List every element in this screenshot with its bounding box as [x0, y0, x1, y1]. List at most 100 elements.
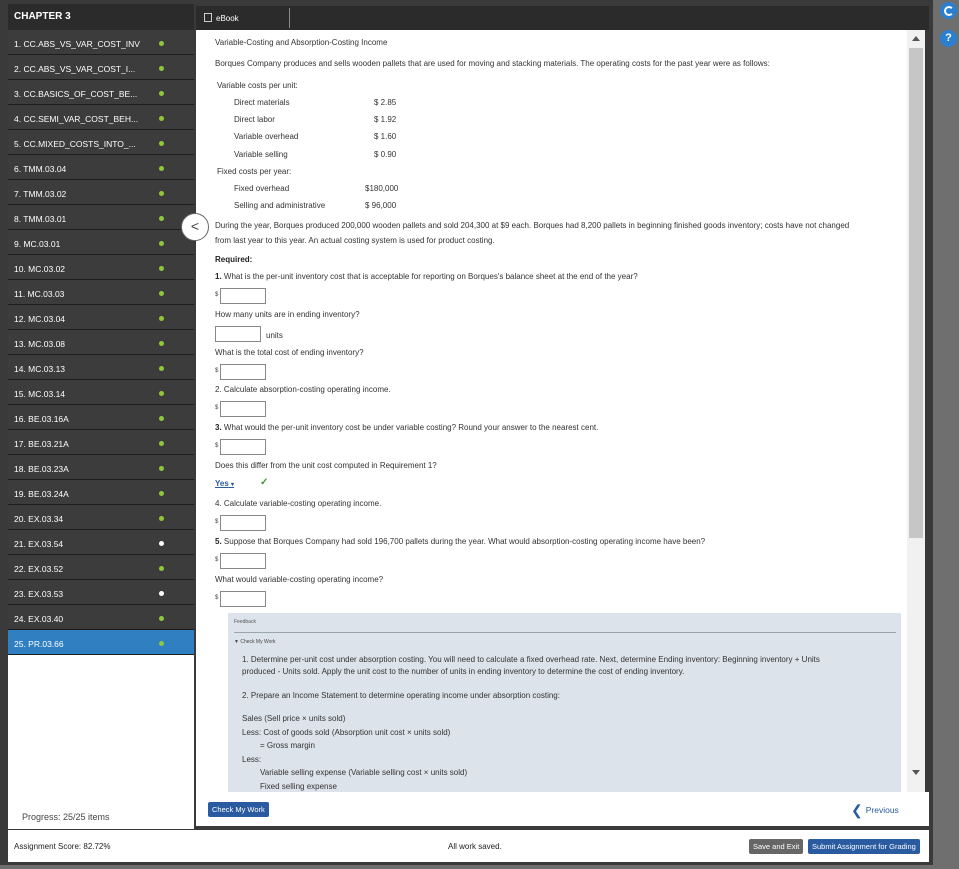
question-3b: Does this differ from the unit cost comp…: [215, 461, 437, 470]
cost-label: Fixed overhead: [234, 184, 290, 193]
cost-value: $180,000: [365, 184, 399, 193]
unit-cost-input[interactable]: [220, 288, 266, 304]
sidebar-item-label: 8. TMM.03.01: [14, 214, 67, 224]
ending-units-input[interactable]: [215, 326, 261, 342]
footer-bar: Assignment Score: 82.72% All work saved.…: [8, 830, 929, 862]
question-4: 4. Calculate variable-costing operating …: [215, 499, 382, 508]
status-dot-icon: [159, 216, 164, 221]
sidebar-item[interactable]: 3. CC.BASICS_OF_COST_BE...: [8, 80, 194, 105]
status-dot-icon: [159, 91, 164, 96]
dollar-sign: $: [215, 443, 219, 449]
status-dot-icon: [159, 591, 164, 596]
sidebar-item[interactable]: 11. MC.03.03: [8, 280, 194, 305]
question-number: 3.: [215, 423, 222, 432]
sidebar-item[interactable]: 19. BE.03.24A: [8, 480, 194, 505]
ebook-tab[interactable]: eBook: [198, 8, 290, 28]
problem-paragraph: from last year to this year. An actual c…: [215, 236, 495, 245]
feedback-text: Sales (Sell price × units sold): [242, 714, 346, 723]
sidebar-item-label: 6. TMM.03.04: [14, 164, 67, 174]
revised-variable-income-input[interactable]: [220, 591, 266, 607]
sidebar-item[interactable]: 2. CC.ABS_VS_VAR_COST_I...: [8, 55, 194, 80]
top-toolbar: eBook: [196, 6, 929, 30]
dollar-sign: $: [215, 405, 219, 411]
question-number: 5.: [215, 537, 222, 546]
cost-value: $ 0.90: [374, 150, 397, 159]
sidebar-item-label: 15. MC.03.14: [14, 389, 66, 399]
feedback-text: = Gross margin: [260, 741, 315, 750]
sidebar-item-label: 4. CC.SEMI_VAR_COST_BEH...: [14, 114, 139, 124]
scroll-down-arrow-icon[interactable]: [912, 770, 920, 775]
sidebar-item-label: 21. EX.03.54: [14, 539, 64, 549]
sidebar-item[interactable]: 10. MC.03.02: [8, 255, 194, 280]
submit-assignment-button[interactable]: Submit Assignment for Grading: [808, 839, 920, 854]
sidebar-item-label: 14. MC.03.13: [14, 364, 66, 374]
save-and-exit-button[interactable]: Save and Exit: [749, 839, 804, 854]
variable-costs-header: Variable costs per unit:: [217, 81, 298, 90]
problem-content: Variable-Costing and Absorption-Costing …: [196, 30, 907, 792]
scrollbar-thumb[interactable]: [909, 48, 923, 538]
sidebar-item[interactable]: 15. MC.03.14: [8, 380, 194, 405]
sidebar-item[interactable]: 17. BE.03.21A: [8, 430, 194, 455]
assignment-score: Assignment Score: 82.72%: [14, 842, 111, 851]
sidebar-item[interactable]: 8. TMM.03.01: [8, 205, 194, 230]
sidebar-item-label: 9. MC.03.01: [14, 239, 61, 249]
variable-income-input[interactable]: [220, 515, 266, 531]
content-scrollbar[interactable]: [907, 30, 925, 792]
problem-paragraph: During the year, Borques produced 200,00…: [215, 221, 850, 230]
variable-unit-cost-input[interactable]: [220, 439, 266, 455]
save-status: All work saved.: [448, 842, 502, 851]
sidebar-item-label: 16. BE.03.16A: [14, 414, 69, 424]
status-dot-icon: [159, 541, 164, 546]
sidebar-item[interactable]: 7. TMM.03.02: [8, 180, 194, 205]
sidebar-item-label: 13. MC.03.08: [14, 339, 66, 349]
scroll-up-arrow-icon[interactable]: [912, 36, 920, 41]
sidebar-item[interactable]: 1. CC.ABS_VS_VAR_COST_INV: [8, 30, 194, 55]
absorption-income-input[interactable]: [220, 401, 266, 417]
sidebar-item-label: 22. EX.03.52: [14, 564, 64, 574]
revised-absorption-income-input[interactable]: [220, 553, 266, 569]
help-icon[interactable]: ?: [940, 30, 957, 47]
sidebar-item[interactable]: 24. EX.03.40: [8, 605, 194, 630]
ending-inventory-cost-input[interactable]: [220, 364, 266, 380]
check-my-work-toggle[interactable]: ▼ Check My Work: [234, 639, 276, 645]
sidebar-item[interactable]: 21. EX.03.54: [8, 530, 194, 555]
sidebar-item-label: 24. EX.03.40: [14, 614, 64, 624]
sidebar-item[interactable]: 20. EX.03.34: [8, 505, 194, 530]
refresh-icon[interactable]: [940, 2, 957, 19]
sidebar-item[interactable]: 4. CC.SEMI_VAR_COST_BEH...: [8, 105, 194, 130]
question-1c: What is the total cost of ending invento…: [215, 348, 364, 357]
status-dot-icon: [159, 341, 164, 346]
sidebar-item[interactable]: 14. MC.03.13: [8, 355, 194, 380]
question-text: What is the per-unit inventory cost that…: [223, 272, 638, 281]
previous-button[interactable]: ❮ Previous: [851, 802, 899, 819]
status-dot-icon: [159, 366, 164, 371]
feedback-text: 2. Prepare an Income Statement to determ…: [242, 691, 560, 700]
sidebar-item-label: 11. MC.03.03: [14, 289, 65, 299]
question-5: 5. Suppose that Borques Company had sold…: [215, 537, 705, 546]
sidebar-item[interactable]: 22. EX.03.52: [8, 555, 194, 580]
status-dot-icon: [159, 616, 164, 621]
sidebar-item[interactable]: 12. MC.03.04: [8, 305, 194, 330]
question-1b: How many units are in ending inventory?: [215, 310, 360, 319]
progress-text: Progress: 25/25 items: [8, 804, 194, 829]
sidebar-item[interactable]: 23. EX.03.53: [8, 580, 194, 605]
collapse-sidebar-button[interactable]: <: [181, 213, 209, 241]
sidebar: CHAPTER 3 1. CC.ABS_VS_VAR_COST_INV 2. CC…: [8, 4, 194, 829]
check-my-work-button[interactable]: Check My Work: [208, 802, 269, 817]
sidebar-item[interactable]: 13. MC.03.08: [8, 330, 194, 355]
cost-label: Selling and administrative: [234, 201, 326, 210]
sidebar-item[interactable]: 5. CC.MIXED_COSTS_INTO_...: [8, 130, 194, 155]
sidebar-item-label: 20. EX.03.34: [14, 514, 64, 524]
chevron-down-icon: ▾: [231, 482, 235, 488]
sidebar-item[interactable]: 16. BE.03.16A: [8, 405, 194, 430]
differ-dropdown[interactable]: Yes ▾: [215, 479, 234, 488]
sidebar-item[interactable]: 9. MC.03.01: [8, 230, 194, 255]
sidebar-item-label: 10. MC.03.02: [14, 264, 66, 274]
sidebar-item[interactable]: 6. TMM.03.04: [8, 155, 194, 180]
status-dot-icon: [159, 116, 164, 121]
sidebar-item[interactable]: 18. BE.03.23A: [8, 455, 194, 480]
problem-title: Variable-Costing and Absorption-Costing …: [215, 38, 388, 47]
sidebar-item-label: 5. CC.MIXED_COSTS_INTO_...: [14, 139, 136, 149]
dollar-sign: $: [215, 519, 219, 525]
sidebar-item[interactable]: 25. PR.03.66: [8, 630, 194, 655]
